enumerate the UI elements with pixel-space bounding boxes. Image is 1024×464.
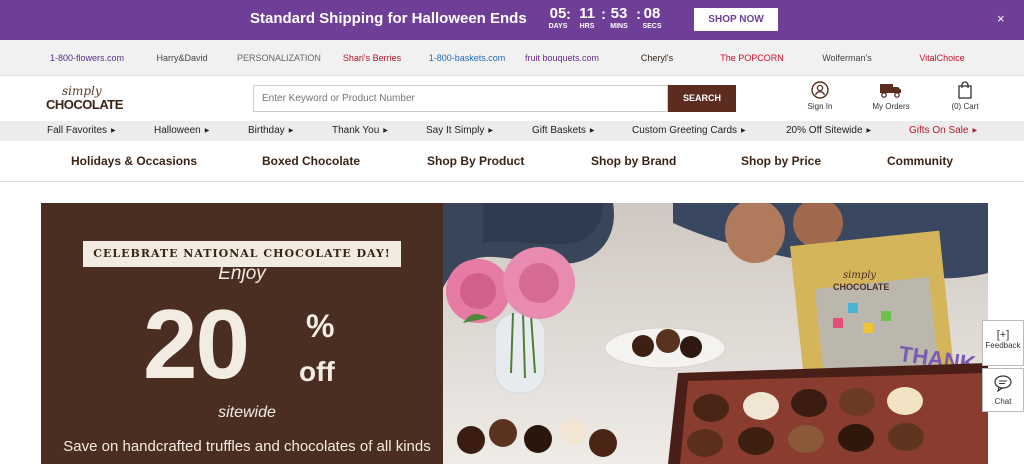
cart-label: (0) Cart — [951, 102, 979, 111]
subnav-say-it-simply[interactable]: Say It Simply ▶ — [426, 125, 493, 136]
subnav-custom-greeting-cards[interactable]: Custom Greeting Cards ▶ — [632, 125, 746, 136]
caret-right-icon: ▶ — [111, 128, 116, 134]
caret-right-icon: ▶ — [866, 128, 872, 134]
close-icon[interactable]: × — [997, 11, 1005, 26]
subnav-label: Say It Simply — [426, 125, 485, 136]
brand-logo-fruit-bouquets[interactable]: fruit bouquets.com — [522, 46, 602, 70]
feedback-tab[interactable]: [+] Feedback — [982, 320, 1024, 366]
hero-body-text: Save on handcrafted truffles and chocola… — [63, 438, 431, 455]
subnav-20-off-sitewide[interactable]: 20% Off Sitewide ▶ — [786, 125, 871, 136]
promo-title: Standard Shipping for Halloween Ends — [250, 10, 527, 27]
chat-bubble-icon — [994, 375, 1012, 393]
subnav-gifts-on-sale[interactable]: Gifts On Sale ▶ — [909, 125, 977, 136]
subnav-fall-favorites[interactable]: Fall Favorites ▶ — [47, 125, 116, 136]
subnav-thank-you[interactable]: Thank You ▶ — [332, 125, 388, 136]
site-header: simply CHOCOLATE SEARCH Sign In My Order… — [0, 76, 1024, 122]
nav-shop-by-price[interactable]: Shop by Price — [741, 154, 821, 168]
brand-logo-vital-choice[interactable]: VitalChoice — [902, 46, 982, 70]
main-navigation: Holidays & Occasions Boxed Chocolate Sho… — [0, 141, 1024, 182]
caret-right-icon: ▶ — [488, 128, 493, 134]
caret-right-icon: ▶ — [589, 128, 595, 134]
subnav-label: Fall Favorites — [47, 125, 108, 136]
sign-in-label: Sign In — [807, 102, 833, 111]
subnav-label: Custom Greeting Cards — [632, 125, 738, 136]
nav-shop-by-product[interactable]: Shop By Product — [427, 154, 524, 168]
cart-link[interactable]: (0) Cart — [944, 81, 986, 111]
feedback-label: Feedback — [985, 341, 1021, 350]
sub-navigation: Fall Favorites ▶ Halloween ▶ Birthday ▶ Tha… — [0, 121, 1024, 141]
subnav-label: Gifts On Sale — [909, 125, 969, 136]
countdown-seconds: 08 SECS — [634, 5, 670, 31]
caret-right-icon: ▶ — [288, 128, 294, 134]
site-logo[interactable]: simply CHOCOLATE — [46, 82, 136, 116]
caret-right-icon: ▶ — [972, 128, 978, 134]
feedback-icon: [+] — [996, 329, 1010, 341]
subnav-halloween[interactable]: Halloween ▶ — [154, 125, 209, 136]
logo-top-text: simply — [62, 84, 102, 98]
brand-logo-cheryls[interactable]: Cheryl's — [617, 46, 697, 70]
truck-icon — [880, 84, 901, 98]
my-orders-link[interactable]: My Orders — [866, 81, 916, 111]
nav-holidays-occasions[interactable]: Holidays & Occasions — [71, 154, 197, 168]
countdown-seconds-label: SECS — [642, 23, 662, 30]
subnav-label: 20% Off Sitewide — [786, 125, 863, 136]
countdown-minutes: 53 MINS — [601, 5, 637, 31]
brand-logo-1800baskets[interactable]: 1-800-baskets.com — [427, 46, 507, 70]
brand-logo-sharis-berries[interactable]: Shari's Berries — [332, 46, 412, 70]
hero-promo-panel: CELEBRATE NATIONAL CHOCOLATE DAY! Enjoy … — [41, 203, 443, 464]
hero-photo: simply CHOCOLATE THANK YOU — [443, 203, 988, 464]
caret-right-icon: ▶ — [383, 128, 388, 134]
chat-label: Chat — [994, 397, 1012, 406]
search-input[interactable] — [253, 85, 668, 112]
countdown-hours: 11 HRS — [569, 5, 605, 31]
caret-right-icon: ▶ — [741, 128, 746, 134]
subnav-birthday[interactable]: Birthday ▶ — [248, 125, 293, 136]
brand-strip: 1-800-flowers.com Harry&David PERSONALIZ… — [0, 40, 1024, 87]
logo-bottom-text: CHOCOLATE — [46, 97, 123, 112]
hero-banner[interactable]: CELEBRATE NATIONAL CHOCOLATE DAY! Enjoy … — [41, 203, 988, 464]
subnav-label: Birthday — [248, 125, 285, 136]
countdown-hours-value: 11 — [579, 5, 595, 22]
countdown-minutes-label: MINS — [610, 23, 628, 30]
brand-logo-harry-david[interactable]: Harry&David — [142, 46, 222, 70]
subnav-label: Thank You — [332, 125, 380, 136]
hero-off-text: off — [299, 356, 335, 387]
chocolate-photo-illustration: simply CHOCOLATE THANK YOU — [443, 203, 988, 464]
nav-boxed-chocolate[interactable]: Boxed Chocolate — [262, 154, 360, 168]
shopping-bag-icon — [958, 81, 972, 99]
hero-discount-number: 20 — [143, 289, 250, 399]
caret-right-icon: ▶ — [204, 128, 210, 134]
promo-banner: Standard Shipping for Halloween Ends 05 … — [0, 0, 1024, 40]
countdown-hours-label: HRS — [579, 23, 595, 30]
chat-tab[interactable]: Chat — [982, 368, 1024, 412]
subnav-gift-baskets[interactable]: Gift Baskets ▶ — [532, 125, 595, 136]
brand-logo-personalization-mall[interactable]: PERSONALIZATION MALL — [237, 46, 321, 87]
countdown-seconds-value: 08 — [643, 5, 661, 22]
user-icon — [811, 81, 829, 99]
box-label-top: simply — [843, 270, 876, 281]
hero-enjoy-text: Enjoy — [218, 263, 266, 284]
my-orders-label: My Orders — [872, 102, 910, 111]
brand-logo-1800flowers[interactable]: 1-800-flowers.com — [47, 46, 127, 70]
subnav-label: Halloween — [154, 125, 201, 136]
brand-logo-popcorn-factory[interactable]: The POPCORN FACTORY — [712, 46, 792, 87]
search-button[interactable]: SEARCH — [668, 85, 736, 112]
shop-now-button[interactable]: SHOP NOW — [694, 8, 778, 31]
nav-shop-by-brand[interactable]: Shop by Brand — [591, 154, 676, 168]
countdown-minutes-value: 53 — [610, 5, 628, 22]
box-label-bottom: CHOCOLATE — [833, 282, 889, 292]
subnav-label: Gift Baskets — [532, 125, 586, 136]
sign-in-link[interactable]: Sign In — [800, 81, 840, 111]
hero-sitewide-text: sitewide — [218, 404, 276, 421]
hero-percent-sign: % — [306, 308, 335, 344]
nav-community[interactable]: Community — [887, 154, 953, 168]
brand-logo-wolfermans[interactable]: Wolferman's Bakery — [807, 46, 887, 87]
